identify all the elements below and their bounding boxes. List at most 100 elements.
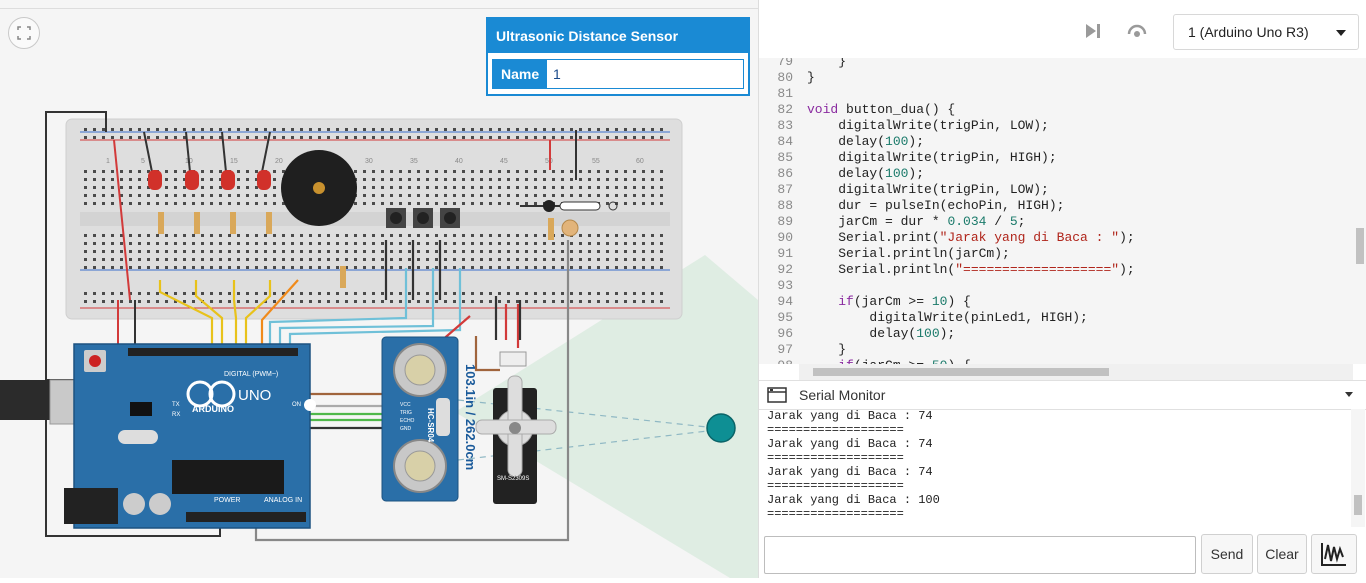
code-text: digitalWrite(trigPin, LOW);: [807, 118, 1049, 133]
code-line: 89 jarCm = dur * 0.034 / 5;: [759, 214, 1353, 230]
line-number: 79: [777, 58, 793, 69]
code-line: 93: [759, 278, 1353, 294]
code-text: delay(100);: [807, 326, 956, 341]
on-led-label: ON: [292, 402, 301, 408]
step-icon[interactable]: [1081, 20, 1103, 42]
pushbuttons: [386, 208, 460, 228]
code-line: 85 digitalWrite(trigPin, HIGH);: [759, 150, 1353, 166]
svg-text:60: 60: [636, 158, 644, 165]
line-number: 81: [777, 86, 793, 101]
clear-button[interactable]: Clear: [1257, 534, 1307, 574]
code-text: }: [807, 58, 847, 69]
serial-line: ===================: [767, 451, 904, 465]
code-editor[interactable]: 79 } 80} 81 82 void button_dua() {83 digital…: [759, 58, 1353, 364]
code-line: 95 digitalWrite(pinLed1, HIGH);: [759, 310, 1353, 326]
svg-text:15: 15: [230, 158, 238, 165]
serial-line: Jarak yang di Baca : 74: [767, 437, 933, 451]
line-number: 84: [777, 134, 793, 149]
graph-button[interactable]: [1311, 534, 1357, 574]
code-line: 90 Serial.print("Jarak yang di Baca : ")…: [759, 230, 1353, 246]
line-number: 82: [777, 102, 793, 117]
code-panel: 1 (Arduino Uno R3) 79 } 80} 81 82 void butto…: [758, 0, 1366, 578]
fit-view-button[interactable]: [8, 17, 40, 49]
code-text: void button_dua() {: [807, 102, 956, 117]
code-vertical-thumb[interactable]: [1356, 228, 1364, 264]
code-text: }: [807, 342, 847, 357]
collapse-icon[interactable]: [1345, 392, 1353, 397]
line-number: 97: [777, 342, 793, 357]
target-object: [706, 413, 736, 443]
line-number: 83: [777, 118, 793, 133]
graph-icon: [1321, 543, 1346, 566]
code-text: delay(100);: [807, 134, 925, 149]
code-text: if(jarCm >= 10) {: [838, 294, 971, 309]
code-line: 82 void button_dua() {: [759, 102, 1353, 118]
svg-text:55: 55: [592, 158, 600, 165]
power-header-label: POWER: [214, 497, 240, 504]
code-line: 91 Serial.println(jarCm);: [759, 246, 1353, 262]
code-line: 97 }: [759, 342, 1353, 358]
code-vertical-scrollbar[interactable]: [1353, 58, 1366, 364]
rx-led-label: RX: [172, 412, 180, 418]
code-text: jarCm = dur * 0.034 / 5;: [807, 214, 1026, 229]
svg-text:1: 1: [106, 158, 110, 165]
svg-text:ECHO: ECHO: [400, 418, 415, 424]
code-text: Serial.println(jarCm);: [807, 246, 1010, 261]
line-number: 90: [777, 230, 793, 245]
line-number: 87: [777, 182, 793, 197]
analog-header-label: ANALOG IN: [264, 497, 302, 504]
code-line: 81: [759, 86, 1353, 102]
ultrasonic-sensor: VCC TRIG ECHO GND HC-SR04 103.1in / 262.…: [381, 336, 478, 502]
chevron-down-icon: [1336, 30, 1346, 36]
svg-text:GND: GND: [400, 426, 412, 432]
serial-line: Jarak yang di Baca : 74: [767, 409, 933, 423]
serial-line: Jarak yang di Baca : 100: [767, 493, 940, 507]
line-number: 98: [759, 358, 793, 364]
code-text: digitalWrite(trigPin, LOW);: [807, 182, 1049, 197]
code-toolbar: 1 (Arduino Uno R3): [759, 0, 1366, 59]
code-line: 83 digitalWrite(trigPin, LOW);: [759, 118, 1353, 134]
serial-line: ===================: [767, 507, 904, 521]
device-select[interactable]: 1 (Arduino Uno R3): [1173, 14, 1359, 50]
code-line: 80}: [759, 70, 1353, 86]
code-text: Serial.println("===================");: [807, 262, 1135, 277]
code-line: 94 if(jarCm >= 10) {: [759, 294, 1353, 310]
line-number: 95: [777, 310, 793, 325]
serial-vertical-scrollbar[interactable]: [1351, 409, 1365, 527]
code-horizontal-scrollbar[interactable]: [799, 364, 1353, 380]
send-button[interactable]: Send: [1201, 534, 1253, 574]
line-number: 94: [777, 294, 793, 309]
distance-readout: 103.1in / 262.0cm: [463, 364, 478, 470]
line-number: 91: [777, 246, 793, 261]
serial-line: ===================: [767, 423, 904, 437]
code-horizontal-thumb[interactable]: [813, 368, 1109, 376]
serial-line: Jarak yang di Baca : 74: [767, 465, 933, 479]
code-text: digitalWrite(pinLed1, HIGH);: [807, 310, 1088, 325]
servo-model-label: SM-S2309S: [497, 476, 529, 482]
serial-input[interactable]: [764, 536, 1196, 574]
svg-text:50: 50: [545, 158, 553, 165]
svg-text:40: 40: [455, 158, 463, 165]
digital-header-label: DIGITAL (PWM~): [224, 371, 278, 378]
code-line: 88 dur = pulseIn(echoPin, HIGH);: [759, 198, 1353, 214]
serial-output: Jarak yang di Baca : 74 =================…: [759, 409, 1351, 527]
line-number: 86: [777, 166, 793, 181]
arduino-brand-label: ARDUINO: [192, 404, 234, 414]
circuit-canvas[interactable]: 1 5 10 15 20 25 30 35 40 45 50 55 60: [0, 0, 758, 578]
sensor-model-label: HC-SR04: [426, 408, 435, 443]
arduino-model-label: UNO: [238, 387, 271, 404]
svg-text:30: 30: [365, 158, 373, 165]
svg-text:5: 5: [141, 158, 145, 165]
serial-monitor-icon: [767, 387, 787, 403]
line-number: 89: [777, 214, 793, 229]
restart-icon[interactable]: [1125, 20, 1149, 42]
inspector-name-row: Name: [492, 59, 744, 89]
code-text: digitalWrite(trigPin, HIGH);: [807, 150, 1057, 165]
name-label: Name: [493, 60, 547, 88]
serial-line: ===================: [767, 479, 904, 493]
serial-vertical-thumb[interactable]: [1354, 495, 1362, 515]
name-input[interactable]: [547, 60, 743, 88]
svg-text:TRIG: TRIG: [400, 410, 412, 416]
component-inspector: Ultrasonic Distance Sensor Name: [486, 17, 750, 96]
serial-monitor-header[interactable]: Serial Monitor: [759, 380, 1366, 410]
